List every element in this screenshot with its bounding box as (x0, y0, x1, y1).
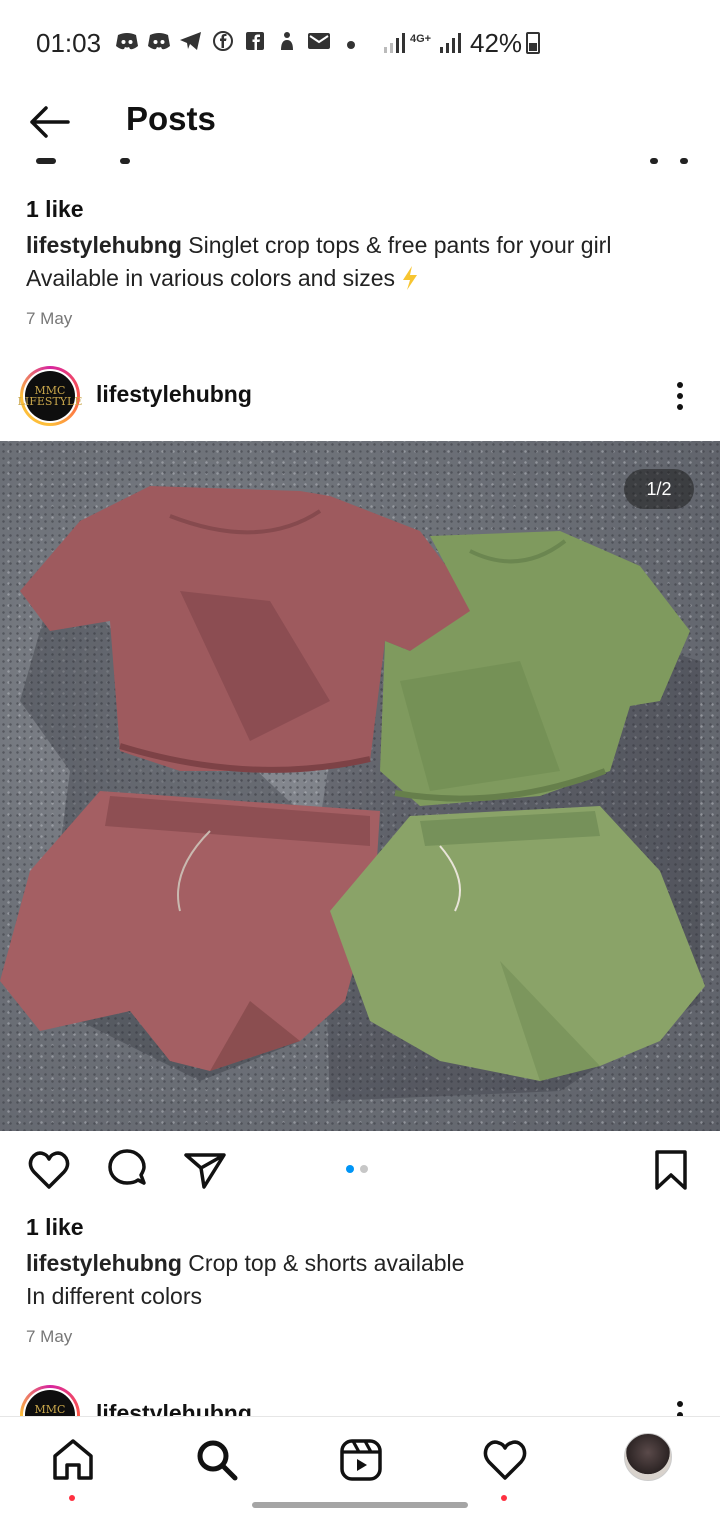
comment-button[interactable] (104, 1147, 150, 1193)
caption-text: Singlet crop tops & free pants for your … (188, 232, 612, 258)
carousel-dot (360, 1165, 368, 1173)
previous-post-caption: lifestylehubng Singlet crop tops & free … (26, 229, 706, 295)
more-notifications-dot (338, 33, 364, 56)
caption-username[interactable]: lifestylehubng (26, 1250, 182, 1276)
discord-icon (146, 31, 172, 57)
nav-profile-avatar[interactable] (624, 1433, 672, 1481)
comment-icon (108, 1149, 146, 1185)
post-username[interactable]: lifestylehubng (96, 381, 252, 408)
battery-icon (526, 32, 540, 54)
reels-icon (340, 1439, 382, 1481)
save-button[interactable] (648, 1147, 694, 1193)
send-icon (184, 1153, 226, 1189)
previous-post-date: 7 May (26, 309, 73, 328)
post-caption-block: 1 like lifestylehubng Crop top & shorts … (26, 1214, 706, 1347)
avatar[interactable]: MMC LIFESTYLE (18, 366, 82, 426)
status-bar: 01:03 4G+ 42% (0, 0, 720, 88)
home-icon (53, 1439, 93, 1480)
nav-search[interactable] (192, 1435, 242, 1485)
avatar-logo: MMC LIFESTYLE (18, 371, 82, 421)
app-icon (274, 30, 300, 58)
page-title: Posts (126, 100, 216, 137)
previous-post-caption-block: 1 like lifestylehubng Singlet crop tops … (26, 196, 706, 329)
clothing-photo (0, 486, 705, 1101)
heart-icon (483, 1440, 527, 1480)
nav-reels[interactable] (336, 1435, 386, 1485)
post-username[interactable]: lifestylehubng (96, 1400, 252, 1416)
heart-icon (28, 1151, 70, 1189)
home-indicator[interactable] (252, 1502, 468, 1508)
caption-text: Crop top & shorts available (188, 1250, 465, 1276)
battery-percent: 42% (470, 28, 523, 58)
post-caption: lifestylehubng Crop top & shorts availab… (26, 1247, 706, 1313)
more-options-button[interactable] (668, 1398, 692, 1416)
avatar-logo: MMC LIFESTYLE (18, 1390, 82, 1416)
lightning-emoji-icon (403, 266, 418, 290)
carousel-dot-active (346, 1165, 354, 1173)
signal-icon (382, 32, 406, 59)
facebook-icon (242, 30, 268, 58)
previous-post-likes[interactable]: 1 like (26, 196, 706, 223)
notification-icons (114, 30, 364, 58)
facebook-icon (210, 30, 236, 58)
post-header: MMC LIFESTYLE lifestylehubng (0, 361, 720, 431)
more-vertical-icon (668, 1401, 692, 1416)
mail-icon (306, 31, 332, 57)
caption-text: In different colors (26, 1283, 203, 1309)
arrow-left-icon (30, 106, 70, 138)
search-icon (197, 1440, 238, 1481)
like-button[interactable] (26, 1147, 72, 1193)
header: Posts (0, 88, 720, 158)
carousel-indicator (346, 1165, 368, 1173)
telegram-icon (178, 31, 204, 57)
signal-icon (438, 32, 462, 59)
notification-dot (501, 1495, 507, 1501)
posts-feed[interactable]: 1 like lifestylehubng Singlet crop tops … (0, 158, 720, 1416)
post-image[interactable]: 1/2 (0, 441, 720, 1131)
avatar[interactable]: MMC LIFESTYLE (18, 1385, 82, 1416)
bookmark-icon (655, 1150, 687, 1190)
status-time: 01:03 (36, 28, 102, 58)
back-button[interactable] (22, 100, 78, 144)
image-counter: 1/2 (624, 469, 694, 509)
post-date: 7 May (26, 1327, 73, 1346)
more-options-button[interactable] (668, 379, 692, 415)
next-post-header: MMC LIFESTYLE lifestylehubng (0, 1380, 720, 1416)
share-button[interactable] (182, 1147, 228, 1193)
nav-activity[interactable] (480, 1435, 530, 1501)
discord-icon (114, 31, 140, 57)
more-vertical-icon (668, 382, 692, 410)
caption-text: Available in various colors and sizes (26, 265, 396, 291)
post-actions (0, 1131, 720, 1211)
nav-home[interactable] (48, 1435, 98, 1501)
caption-username[interactable]: lifestylehubng (26, 232, 182, 258)
previous-post-actions-tail (0, 158, 720, 172)
network-type: 4G+ (410, 33, 432, 45)
notification-dot (69, 1495, 75, 1501)
post-likes[interactable]: 1 like (26, 1214, 706, 1241)
